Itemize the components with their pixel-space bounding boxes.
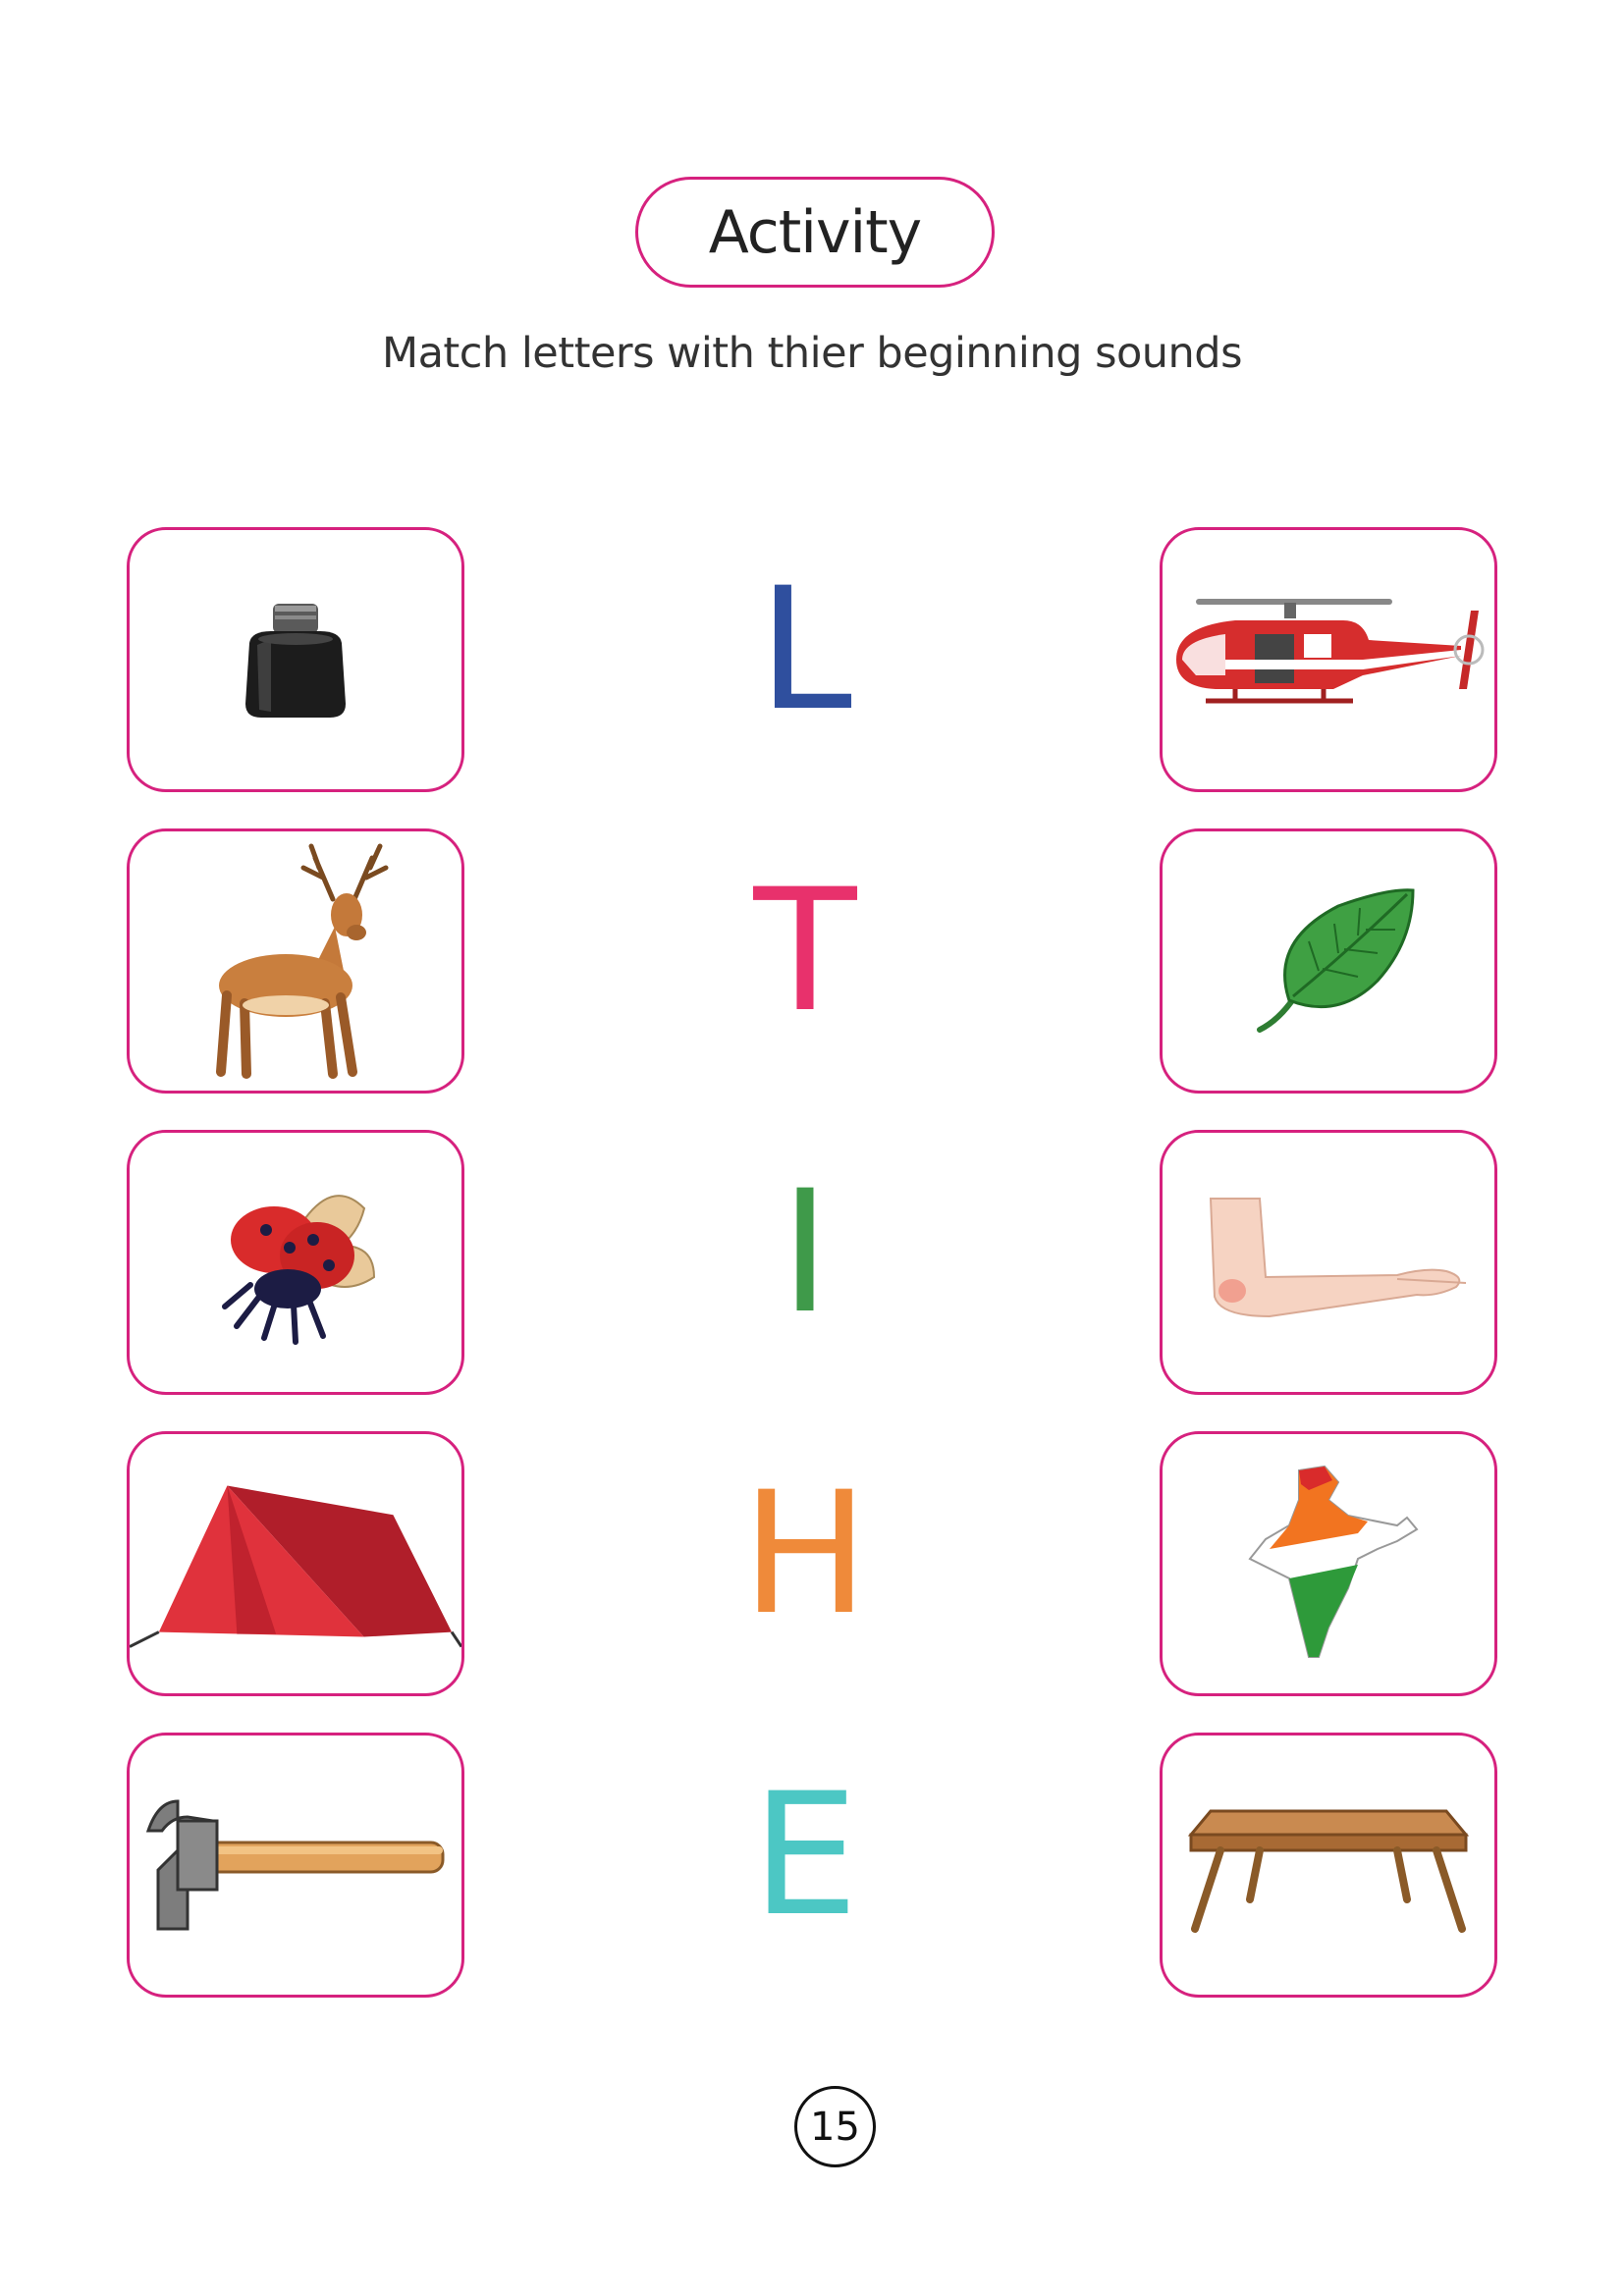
- letter-i[interactable]: I: [707, 1168, 903, 1337]
- letter-h-text: H: [741, 1455, 869, 1652]
- letter-l[interactable]: L: [707, 565, 903, 734]
- picture-card-tent[interactable]: [127, 1431, 464, 1696]
- letter-e[interactable]: E: [707, 1771, 903, 1940]
- table-icon: [1187, 1809, 1470, 1933]
- ink-bottle-icon: [245, 604, 346, 718]
- picture-card-ink[interactable]: [127, 527, 464, 792]
- letter-e-text: E: [751, 1756, 859, 1953]
- letter-t[interactable]: T: [707, 867, 903, 1036]
- tent-icon: [130, 1485, 461, 1648]
- leaf-icon: [1257, 888, 1415, 1033]
- letter-t-text: T: [753, 852, 857, 1049]
- picture-card-helicopter[interactable]: [1160, 527, 1497, 792]
- picture-card-elbow[interactable]: [1160, 1130, 1497, 1395]
- picture-card-deer[interactable]: [127, 828, 464, 1094]
- insect-icon: [222, 1195, 376, 1345]
- hammer-icon: [145, 1799, 445, 1931]
- deer-icon: [216, 843, 389, 1079]
- instructions: Match letters with thier beginning sound…: [381, 329, 1243, 378]
- letter-i-text: I: [780, 1153, 831, 1351]
- page-number: 15: [794, 2086, 876, 2167]
- picture-card-india[interactable]: [1160, 1431, 1497, 1696]
- helicopter-icon: [1176, 599, 1485, 704]
- india-map-icon: [1248, 1465, 1419, 1658]
- picture-card-hammer[interactable]: [127, 1733, 464, 1998]
- letter-h[interactable]: H: [707, 1469, 903, 1638]
- picture-card-leaf[interactable]: [1160, 828, 1497, 1094]
- activity-title: Activity: [635, 177, 995, 288]
- letter-l-text: L: [758, 551, 852, 748]
- elbow-icon: [1209, 1198, 1467, 1318]
- picture-card-table[interactable]: [1160, 1733, 1497, 1998]
- picture-card-insect[interactable]: [127, 1130, 464, 1395]
